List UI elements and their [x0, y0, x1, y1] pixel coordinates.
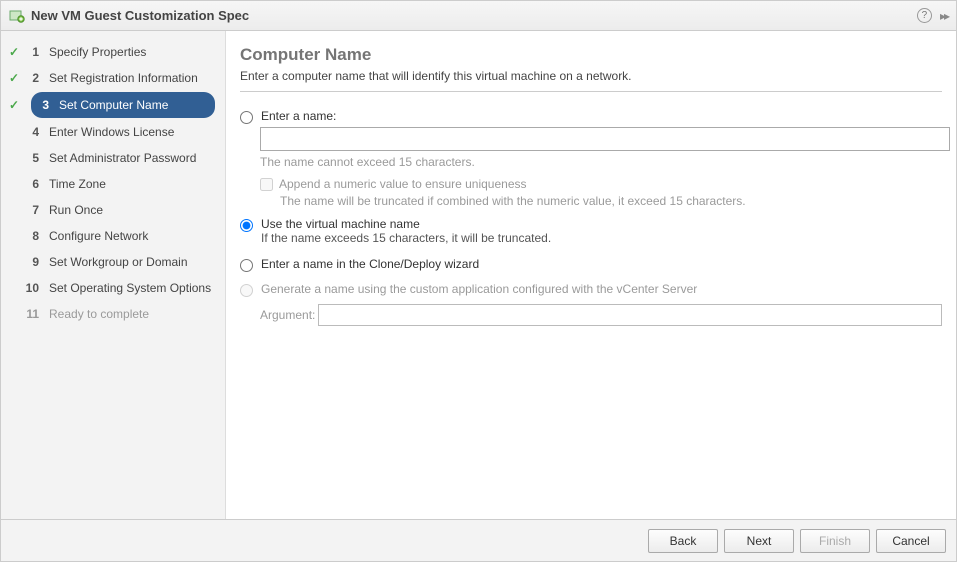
check-icon: ✓ [7, 98, 21, 112]
radio-enter-name[interactable] [240, 111, 253, 124]
option-label: Generate a name using the custom applica… [261, 282, 697, 296]
step-registration-info[interactable]: ✓ 2 Set Registration Information [1, 65, 225, 91]
step-ready-complete: 11 Ready to complete [1, 301, 225, 327]
page-heading: Computer Name [240, 45, 942, 65]
step-label: Time Zone [49, 177, 217, 192]
step-time-zone[interactable]: 6 Time Zone [1, 171, 225, 197]
step-computer-name[interactable]: 3 Set Computer Name [31, 92, 215, 118]
option-enter-name[interactable]: Enter a name: [240, 106, 942, 127]
option-label: Use the virtual machine name [261, 217, 551, 231]
step-label: Enter Windows License [49, 125, 217, 140]
step-label: Set Registration Information [49, 71, 217, 86]
step-specify-properties[interactable]: ✓ 1 Specify Properties [1, 39, 225, 65]
step-number: 7 [21, 203, 39, 217]
append-numeric-checkbox [260, 178, 273, 191]
step-label: Set Workgroup or Domain [49, 255, 217, 270]
step-label: Run Once [49, 203, 217, 218]
divider [240, 91, 942, 92]
step-workgroup-domain[interactable]: 9 Set Workgroup or Domain [1, 249, 225, 275]
cancel-button[interactable]: Cancel [876, 529, 946, 553]
step-label: Set Administrator Password [49, 151, 217, 166]
step-label: Ready to complete [49, 307, 217, 322]
vm-spec-icon [9, 8, 25, 24]
step-windows-license[interactable]: 4 Enter Windows License [1, 119, 225, 145]
help-icon[interactable]: ? [917, 8, 932, 23]
back-button[interactable]: Back [648, 529, 718, 553]
append-label: Append a numeric value to ensure uniquen… [279, 177, 527, 191]
option-label: Enter a name in the Clone/Deploy wizard [261, 257, 479, 271]
footer: Back Next Finish Cancel [1, 519, 956, 561]
option-clone-wizard[interactable]: Enter a name in the Clone/Deploy wizard [240, 254, 942, 275]
check-icon: ✓ [7, 45, 21, 59]
append-numeric-row: Append a numeric value to ensure uniquen… [260, 177, 942, 191]
step-admin-password[interactable]: 5 Set Administrator Password [1, 145, 225, 171]
dialog: New VM Guest Customization Spec ? ▸▸ ✓ 1… [0, 0, 957, 562]
use-vm-hint: If the name exceeds 15 characters, it wi… [261, 231, 551, 245]
step-label: Configure Network [49, 229, 217, 244]
step-number: 9 [21, 255, 39, 269]
main-panel: Computer Name Enter a computer name that… [226, 31, 956, 519]
step-number: 11 [21, 307, 39, 321]
step-number: 4 [21, 125, 39, 139]
step-number: 6 [21, 177, 39, 191]
argument-label: Argument: [260, 308, 318, 322]
step-number: 2 [21, 71, 39, 85]
argument-row: Argument: [260, 304, 942, 326]
step-run-once[interactable]: 7 Run Once [1, 197, 225, 223]
radio-use-vm-name[interactable] [240, 219, 253, 232]
step-os-options[interactable]: 10 Set Operating System Options [1, 275, 225, 301]
check-icon: ✓ [7, 71, 21, 85]
body: ✓ 1 Specify Properties ✓ 2 Set Registrat… [1, 31, 956, 519]
step-label: Set Operating System Options [49, 281, 217, 296]
name-hint: The name cannot exceed 15 characters. [260, 155, 942, 169]
append-hint: The name will be truncated if combined w… [280, 194, 942, 208]
page-description: Enter a computer name that will identify… [240, 69, 942, 83]
option-label: Enter a name: [261, 109, 336, 123]
option-use-vm-name[interactable]: Use the virtual machine name If the name… [240, 214, 942, 248]
step-number: 8 [21, 229, 39, 243]
pin-icon[interactable]: ▸▸ [940, 9, 948, 23]
step-number: 5 [21, 151, 39, 165]
radio-clone-wizard[interactable] [240, 259, 253, 272]
step-label: Set Computer Name [59, 98, 207, 113]
finish-button: Finish [800, 529, 870, 553]
step-number: 10 [21, 281, 39, 295]
titlebar: New VM Guest Customization Spec ? ▸▸ [1, 1, 956, 31]
computer-name-input[interactable] [260, 127, 950, 151]
radio-generate-name [240, 284, 253, 297]
argument-input [318, 304, 942, 326]
option-generate-name: Generate a name using the custom applica… [240, 279, 942, 300]
step-number: 3 [31, 98, 49, 112]
step-label: Specify Properties [49, 45, 217, 60]
step-configure-network[interactable]: 8 Configure Network [1, 223, 225, 249]
wizard-sidebar: ✓ 1 Specify Properties ✓ 2 Set Registrat… [1, 31, 226, 519]
dialog-title: New VM Guest Customization Spec [31, 8, 917, 23]
step-number: 1 [21, 45, 39, 59]
next-button[interactable]: Next [724, 529, 794, 553]
